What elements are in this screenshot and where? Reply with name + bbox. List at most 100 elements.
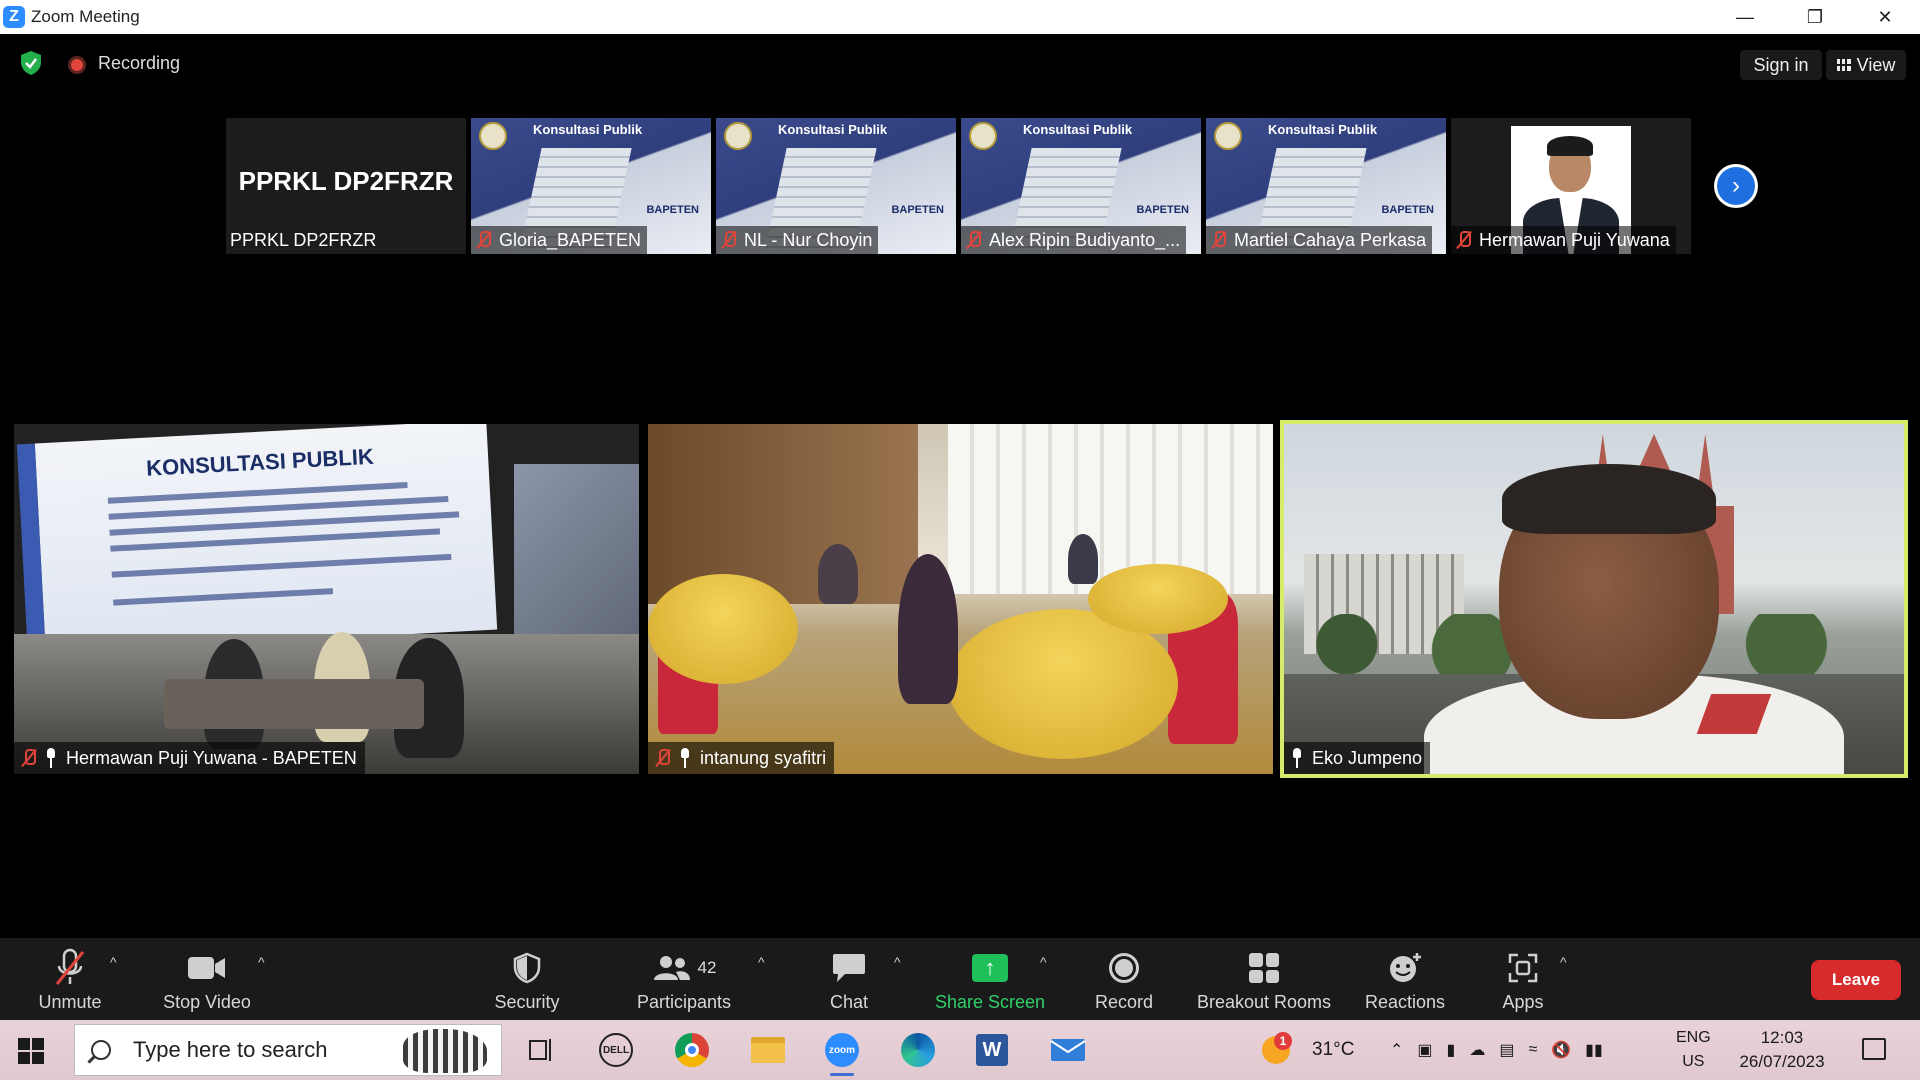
participants-icon	[653, 956, 690, 980]
battery-icon[interactable]: ▮▮	[1585, 1040, 1603, 1060]
participants-options-caret[interactable]: ^	[758, 954, 765, 970]
participant-name: Hermawan Puji Yuwana	[1479, 229, 1670, 250]
slide-title: Konsultasi Publik	[533, 122, 643, 137]
security-label: Security	[494, 992, 560, 1012]
participant-name-label: Alex Ripin Budiyanto_...	[961, 226, 1187, 254]
record-label: Record	[1094, 992, 1154, 1012]
participant-name-label: Martiel Cahaya Perkasa	[1206, 226, 1433, 254]
window-title-bar: Z Zoom Meeting — ❐ ✕	[0, 0, 1920, 34]
video-options-caret[interactable]: ^	[258, 954, 265, 970]
record-button[interactable]: Record	[1084, 938, 1164, 1020]
share-screen-label: Share Screen	[934, 992, 1046, 1012]
banner-title: KONSULTASI PUBLIK	[145, 443, 375, 481]
participant-name-label: Hermawan Puji Yuwana	[1451, 226, 1676, 254]
record-icon	[1109, 953, 1139, 983]
wifi-icon[interactable]: ≈	[1528, 1041, 1537, 1059]
bapeten-emblem-icon	[479, 122, 507, 150]
chat-button[interactable]: Chat	[814, 938, 884, 1020]
recording-label: Recording	[98, 53, 181, 73]
chat-options-caret[interactable]: ^	[894, 954, 901, 970]
reactions-smiley-icon	[1390, 953, 1421, 982]
apps-options-caret[interactable]: ^	[1560, 954, 1567, 970]
shield-icon	[513, 952, 541, 984]
notifications-icon[interactable]	[1862, 1038, 1886, 1060]
participant-name-label: intanung syafitri	[648, 742, 835, 774]
weather-badge: 1	[1274, 1032, 1292, 1050]
security-button[interactable]: Security	[482, 938, 572, 1020]
participant-thumbnail[interactable]: Konsultasi Publik BAPETEN Martiel Cahaya…	[1206, 118, 1446, 254]
microphone-icon[interactable]: ▮	[1447, 1040, 1456, 1060]
breakout-rooms-button[interactable]: Breakout Rooms	[1192, 938, 1336, 1020]
participant-thumbnail[interactable]: Konsultasi Publik BAPETEN Alex Ripin Bud…	[961, 118, 1201, 254]
participant-name-label: Eko Jumpeno	[1284, 742, 1431, 774]
participants-label: Participants	[636, 992, 732, 1012]
language-code: ENG	[1676, 1029, 1711, 1046]
edge-icon[interactable]	[898, 1032, 938, 1068]
dell-icon[interactable]: DELL	[596, 1032, 636, 1068]
bapeten-emblem-icon	[724, 122, 752, 150]
apps-button[interactable]: Apps	[1488, 938, 1558, 1020]
share-options-caret[interactable]: ^	[1040, 954, 1047, 970]
video-tile[interactable]: KONSULTASI PUBLIK Hermawan Puji Yuwana -…	[14, 424, 639, 774]
sign-in-button[interactable]: Sign in	[1740, 50, 1822, 80]
camera-icon[interactable]: ▣	[1417, 1040, 1432, 1060]
event-banner: KONSULTASI PUBLIK	[16, 424, 498, 655]
raised-hand-icon	[44, 748, 58, 768]
muted-mic-icon	[720, 230, 738, 250]
reactions-button[interactable]: Reactions	[1360, 938, 1450, 1020]
clock-time: 12:03	[1760, 1028, 1804, 1047]
leave-button[interactable]: Leave	[1811, 960, 1901, 1000]
view-button[interactable]: View	[1826, 50, 1906, 80]
participant-name: Martiel Cahaya Perkasa	[1234, 229, 1427, 250]
language-indicator[interactable]: ENG US	[1676, 1026, 1711, 1074]
close-icon[interactable]: ✕	[1850, 0, 1920, 34]
file-explorer-icon[interactable]	[748, 1032, 788, 1068]
restore-icon[interactable]: ❐	[1780, 0, 1850, 34]
slide-title: Konsultasi Publik	[778, 122, 888, 137]
muted-mic-icon	[55, 948, 85, 985]
participant-thumbnail[interactable]: Konsultasi Publik BAPETEN Gloria_BAPETEN	[471, 118, 711, 254]
minimize-icon[interactable]: —	[1710, 0, 1780, 34]
reactions-label: Reactions	[1364, 992, 1446, 1012]
bapeten-emblem-icon	[969, 122, 997, 150]
participant-thumbnail[interactable]: Hermawan Puji Yuwana	[1451, 118, 1691, 254]
participants-button[interactable]: 42 Participants	[628, 938, 740, 1020]
unmute-button[interactable]: Unmute	[22, 938, 118, 1020]
slide-brand: BAPETEN	[646, 204, 699, 216]
display-icon[interactable]: ▤	[1499, 1040, 1514, 1060]
next-page-button[interactable]: ›	[1714, 164, 1758, 208]
onedrive-cloud-icon[interactable]: ☁	[1469, 1040, 1485, 1060]
muted-mic-icon	[20, 748, 38, 768]
apps-label: Apps	[1502, 992, 1544, 1012]
apps-icon	[1508, 953, 1538, 983]
taskbar-search-box[interactable]: Type here to search	[74, 1024, 502, 1076]
video-tile[interactable]: intanung syafitri	[648, 424, 1273, 774]
audio-options-caret[interactable]: ^	[110, 954, 117, 970]
security-shield-icon[interactable]	[20, 50, 42, 76]
raised-hand-icon	[678, 748, 692, 768]
mail-icon[interactable]	[1048, 1032, 1088, 1068]
active-speaker-tile[interactable]: Eko Jumpeno	[1280, 420, 1908, 778]
weather-sun-icon: 1	[1262, 1032, 1298, 1068]
search-placeholder: Type here to search	[133, 1037, 328, 1062]
raised-hand-icon	[1290, 748, 1304, 768]
muted-mic-icon	[1455, 230, 1473, 250]
video-camera-icon	[188, 957, 225, 979]
meeting-top-bar: Recording Sign in View	[0, 34, 1920, 94]
weather-widget[interactable]: 1 31°C	[1262, 1020, 1354, 1080]
zoom-icon[interactable]: zoom	[822, 1032, 862, 1076]
chevron-up-icon[interactable]: ⌃	[1390, 1040, 1403, 1060]
windows-start-icon[interactable]	[18, 1038, 44, 1064]
share-screen-button[interactable]: ↑ Share Screen	[930, 938, 1050, 1020]
taskbar-clock[interactable]: 12:03 26/07/2023	[1712, 1026, 1852, 1074]
chrome-icon[interactable]	[672, 1032, 712, 1068]
participant-thumbnail[interactable]: Konsultasi Publik BAPETEN NL - Nur Choyi…	[716, 118, 956, 254]
participant-name: Eko Jumpeno	[1312, 747, 1423, 768]
stop-video-button[interactable]: Stop Video	[152, 938, 262, 1020]
participant-thumbnail[interactable]: PPRKL DP2FRZR PPRKL DP2FRZR	[226, 118, 466, 254]
bapeten-emblem-icon	[1214, 122, 1242, 150]
speaker-muted-icon[interactable]: 🔇	[1551, 1040, 1571, 1060]
word-icon[interactable]: W	[972, 1032, 1012, 1068]
task-view-icon[interactable]	[520, 1032, 560, 1068]
slide-title: Konsultasi Publik	[1268, 122, 1378, 137]
